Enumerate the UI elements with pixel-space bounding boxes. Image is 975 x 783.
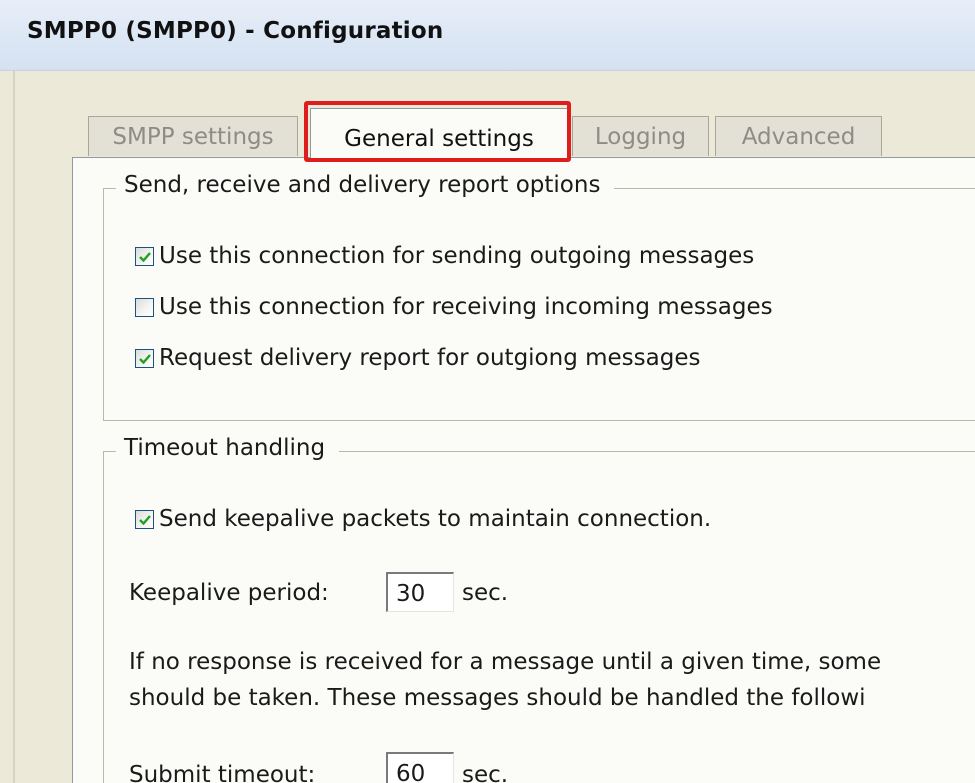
submit-timeout-input[interactable]: 60 — [386, 752, 454, 783]
tab-smpp-settings[interactable]: SMPP settings — [88, 116, 298, 156]
receive-incoming-option[interactable]: Use this connection for receiving incomi… — [135, 293, 773, 321]
timeout-handling-group — [103, 451, 975, 783]
submit-timeout-unit: sec. — [462, 762, 509, 783]
send-outgoing-checkbox[interactable] — [135, 246, 154, 266]
timeout-info-text: If no response is received for a message… — [129, 644, 975, 716]
checkmark-icon — [139, 353, 151, 364]
keepalive-period-input[interactable]: 30 — [386, 572, 454, 612]
timeout-info-line-1: If no response is received for a message… — [129, 649, 882, 675]
window-title: SMPP0 (SMPP0) - Configuration — [27, 18, 444, 44]
checkmark-icon — [139, 514, 151, 525]
tab-logging[interactable]: Logging — [572, 116, 709, 156]
configuration-window: SMPP0 (SMPP0) - Configuration SMPP setti… — [0, 0, 975, 783]
receive-incoming-label: Use this connection for receiving incomi… — [159, 294, 773, 320]
title-bar[interactable]: SMPP0 (SMPP0) - Configuration — [0, 0, 975, 71]
delivery-report-option[interactable]: Request delivery report for outgiong mes… — [135, 344, 700, 372]
delivery-report-checkbox[interactable] — [135, 348, 154, 368]
send-receive-group-legend: Send, receive and delivery report option… — [116, 172, 615, 198]
tab-advanced[interactable]: Advanced — [715, 116, 882, 156]
keepalive-period-unit: sec. — [462, 580, 509, 606]
send-outgoing-label: Use this connection for sending outgoing… — [159, 243, 755, 269]
checkmark-icon — [139, 251, 151, 262]
keepalive-period-label: Keepalive period: — [129, 580, 329, 606]
receive-incoming-checkbox[interactable] — [135, 297, 154, 317]
timeout-handling-group-legend: Timeout handling — [116, 435, 340, 461]
tab-general-settings[interactable]: General settings — [310, 108, 568, 160]
timeout-info-line-2: should be taken. These messages should b… — [129, 685, 866, 711]
keepalive-checkbox[interactable] — [135, 509, 154, 529]
keepalive-label: Send keepalive packets to maintain conne… — [159, 506, 712, 532]
window-left-edge — [13, 70, 15, 783]
submit-timeout-label: Submit timeout: — [129, 762, 316, 783]
send-outgoing-option[interactable]: Use this connection for sending outgoing… — [135, 242, 754, 270]
keepalive-option[interactable]: Send keepalive packets to maintain conne… — [135, 505, 711, 533]
delivery-report-label: Request delivery report for outgiong mes… — [159, 345, 701, 371]
